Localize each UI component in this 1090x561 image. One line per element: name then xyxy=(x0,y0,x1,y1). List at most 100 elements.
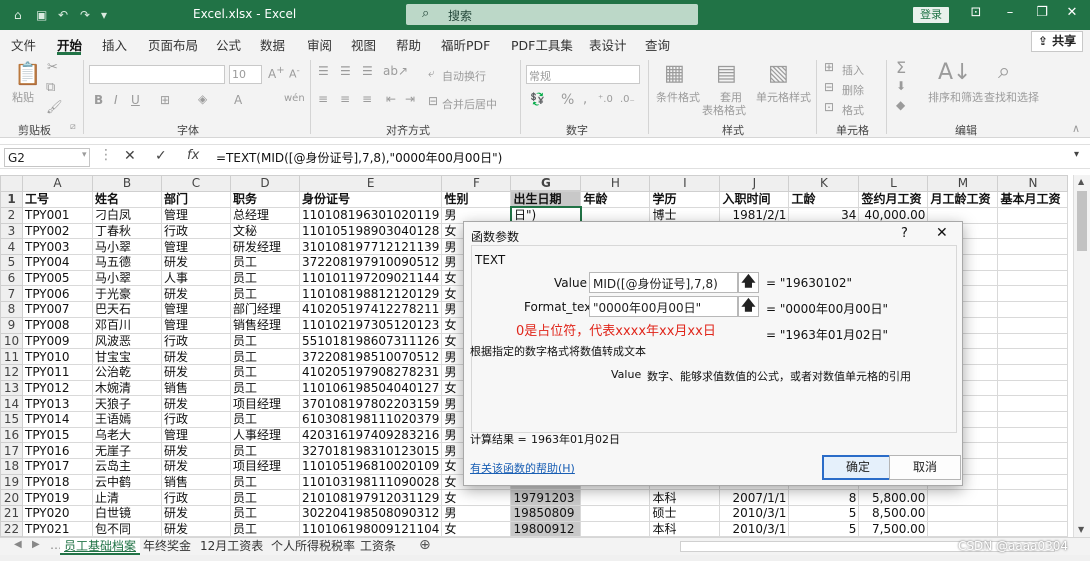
cell[interactable]: 马小翠 xyxy=(92,269,162,287)
increase-font-icon[interactable]: A+ xyxy=(268,65,285,81)
sheet-tab[interactable]: 员工基础档案 xyxy=(60,538,141,555)
cell[interactable]: 302204198508090312 xyxy=(298,505,443,522)
cell[interactable]: TPY005 xyxy=(22,269,93,287)
row-header[interactable]: 12 xyxy=(0,363,23,381)
cell[interactable] xyxy=(580,489,651,507)
cell[interactable]: 甘宝宝 xyxy=(92,348,162,365)
cell[interactable]: 110105198903040128 xyxy=(298,222,443,240)
sheet-tab[interactable]: 年终奖金 xyxy=(139,538,195,555)
underline-icon[interactable]: U xyxy=(131,93,140,107)
cell[interactable]: 110106198504040127 xyxy=(298,379,443,397)
share-button[interactable]: ⇪ 共享 xyxy=(1031,31,1083,52)
cell[interactable]: 8,500.00 xyxy=(858,505,929,522)
row-header[interactable]: 16 xyxy=(0,426,23,444)
cell[interactable]: 项目经理 xyxy=(230,458,300,475)
search-box[interactable]: ⌕ 搜索 xyxy=(406,4,698,25)
cell[interactable]: 行政 xyxy=(161,332,231,350)
cell[interactable]: 止清 xyxy=(92,489,162,507)
column-title-cell[interactable]: 学历 xyxy=(649,190,721,208)
cell[interactable]: TPY002 xyxy=(22,222,93,240)
tab-0[interactable]: 文件 xyxy=(11,35,36,54)
font-name-dropdown[interactable] xyxy=(89,65,225,84)
cell[interactable]: 410205197908278231 xyxy=(298,363,443,381)
cell[interactable]: 110102197305120123 xyxy=(298,316,443,334)
cell[interactable] xyxy=(997,410,1069,428)
row-header[interactable]: 13 xyxy=(0,379,23,397)
enter-icon[interactable]: ✓ xyxy=(155,148,167,164)
cell[interactable]: 2010/3/1 xyxy=(719,520,790,537)
insert-cells-label[interactable]: 插入 xyxy=(842,62,864,78)
next-sheet-icon[interactable]: ▶ xyxy=(32,539,40,550)
cell[interactable]: 研发 xyxy=(161,442,231,459)
column-header[interactable]: A xyxy=(22,175,93,192)
autosum-icon[interactable]: Σ xyxy=(896,58,906,77)
login-button[interactable]: 登录 xyxy=(913,7,949,23)
column-title-cell[interactable]: 基本月工资 xyxy=(997,190,1069,208)
cell[interactable]: 110105196810020109 xyxy=(298,458,443,475)
tab-7[interactable]: 视图 xyxy=(351,35,376,54)
help-link[interactable]: 有关该函数的帮助(H) xyxy=(470,460,575,476)
cell[interactable] xyxy=(927,520,999,537)
format-cells-label[interactable]: 格式 xyxy=(842,102,864,118)
column-header[interactable]: B xyxy=(92,175,162,192)
cell[interactable]: 刁白凤 xyxy=(92,206,162,224)
restore-icon[interactable]: ❐ xyxy=(1028,5,1056,20)
column-title-cell[interactable]: 姓名 xyxy=(92,190,162,208)
cell[interactable]: 8 xyxy=(788,489,860,507)
cell[interactable]: 木婉清 xyxy=(92,379,162,397)
tab-5[interactable]: 数据 xyxy=(260,35,285,54)
decrease-font-icon[interactable]: A- xyxy=(289,65,300,81)
autosave-icon[interactable]: ⌂ xyxy=(14,8,22,22)
tab-3[interactable]: 页面布局 xyxy=(148,35,198,54)
cell[interactable]: TPY021 xyxy=(22,520,93,537)
insert-cells-icon[interactable]: ⊞ xyxy=(824,60,834,74)
row-header[interactable]: 17 xyxy=(0,442,23,459)
column-header[interactable]: K xyxy=(788,175,860,192)
cell[interactable]: 男 xyxy=(441,505,512,522)
cell[interactable] xyxy=(997,238,1069,256)
cell[interactable]: 5 xyxy=(788,505,860,522)
close-icon[interactable]: ✕ xyxy=(1058,5,1086,20)
cell[interactable] xyxy=(997,426,1069,444)
cell[interactable]: 327018198310123015 xyxy=(298,442,443,459)
cell[interactable]: 19791203 xyxy=(510,489,582,507)
cell[interactable]: 无崖子 xyxy=(92,442,162,459)
cell[interactable]: 本科 xyxy=(649,520,721,537)
italic-icon[interactable]: I xyxy=(114,93,118,107)
scroll-up-icon[interactable]: ▲ xyxy=(1078,177,1084,186)
cell[interactable]: 云岛主 xyxy=(92,458,162,475)
cell[interactable]: 人事经理 xyxy=(230,426,300,444)
scroll-thumb[interactable] xyxy=(1077,191,1087,251)
cell[interactable] xyxy=(997,348,1069,365)
cell[interactable]: 员工 xyxy=(230,410,300,428)
cell[interactable]: 员工 xyxy=(230,332,300,350)
select-all-corner[interactable] xyxy=(0,175,23,192)
cell[interactable]: 总经理 xyxy=(230,206,300,224)
decrease-indent-icon[interactable]: ⇤ xyxy=(386,92,396,106)
tab-2[interactable]: 插入 xyxy=(102,35,127,54)
cell[interactable]: 行政 xyxy=(161,222,231,240)
cell[interactable]: TPY009 xyxy=(22,332,93,350)
column-header[interactable]: L xyxy=(858,175,929,192)
cell[interactable]: TPY016 xyxy=(22,442,93,459)
cell[interactable] xyxy=(927,505,999,522)
row-header[interactable]: 10 xyxy=(0,332,23,350)
align-right-icon[interactable]: ≡ xyxy=(362,92,372,106)
row-header[interactable]: 21 xyxy=(0,505,23,522)
cell[interactable]: 研发 xyxy=(161,395,231,412)
phonetic-icon[interactable]: wén xyxy=(284,93,305,104)
cell[interactable]: 白世镜 xyxy=(92,505,162,522)
conditional-format-label[interactable]: 条件格式 xyxy=(656,89,700,105)
cell[interactable]: TPY013 xyxy=(22,395,93,412)
cell[interactable] xyxy=(997,520,1069,537)
help-icon[interactable]: ? xyxy=(901,226,908,241)
cell[interactable] xyxy=(997,395,1069,412)
column-header[interactable]: M xyxy=(927,175,999,192)
cell[interactable]: TPY020 xyxy=(22,505,93,522)
number-format-dropdown[interactable]: 常规 xyxy=(526,65,640,84)
add-sheet-icon[interactable]: ⊕ xyxy=(419,537,431,553)
cell[interactable] xyxy=(997,363,1069,381)
cell[interactable]: 110108196301020119 xyxy=(298,206,443,224)
tab-10[interactable]: PDF工具集 xyxy=(511,35,573,54)
column-title-cell[interactable]: 工号 xyxy=(22,190,93,208)
